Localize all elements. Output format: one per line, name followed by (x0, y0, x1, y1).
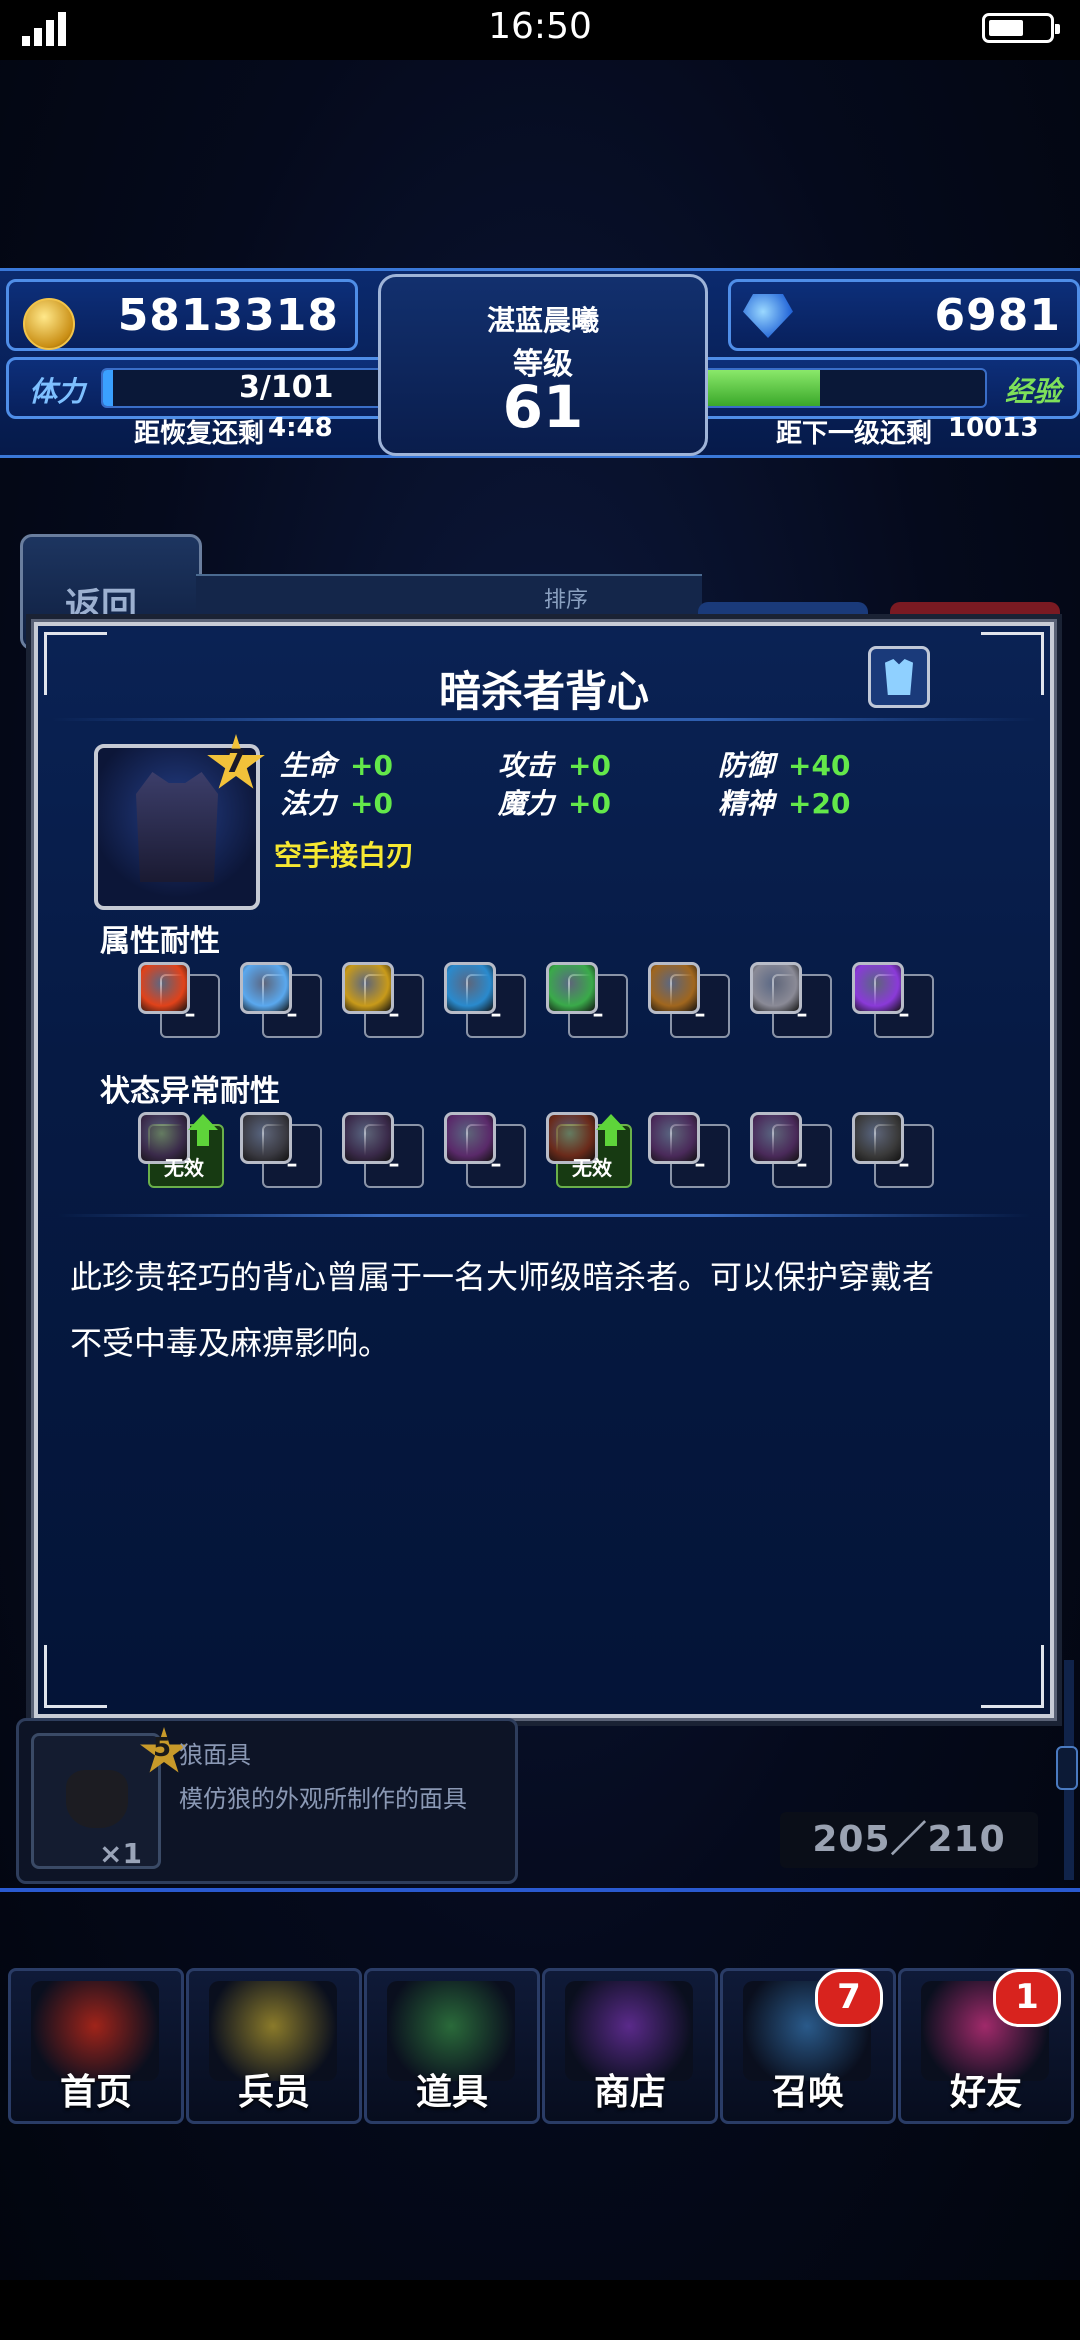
status-bar: 16:50 (0, 0, 1080, 60)
sort-label: 排序 (544, 588, 589, 613)
stamina-recover-time: 4:48 (268, 413, 333, 443)
status-resist-value: – (388, 1152, 400, 1177)
stamina-bar-fill (103, 370, 113, 406)
gil-box[interactable]: 5813318 (6, 279, 358, 351)
status-resist-value: – (490, 1152, 502, 1177)
status-resist-value: 无效 (572, 1156, 612, 1180)
top-hud: 5813318 6981 体力 3/101 距恢复还剩 4:48 经验 距下一级… (0, 268, 1080, 458)
notification-badge: 1 (993, 1969, 1061, 2027)
elemental-resist-cell[interactable]: – (750, 962, 832, 1042)
stat-def: 防御 +40 (718, 749, 851, 782)
elemental-resist-cell[interactable]: – (852, 962, 934, 1042)
nav-label: 道具 (415, 2072, 488, 2113)
elemental-resist-value: – (592, 1002, 604, 1027)
scrollbar-thumb[interactable] (1056, 1746, 1078, 1790)
status-resist-cell[interactable]: – (852, 1112, 934, 1192)
player-plate[interactable]: 湛蓝晨曦 等级 61 (378, 274, 708, 456)
player-name: 湛蓝晨曦 (486, 304, 599, 337)
status-resist-cell[interactable]: – (444, 1112, 526, 1192)
elemental-resist-cell[interactable]: – (240, 962, 322, 1042)
nav-label: 兵员 (237, 2072, 310, 2113)
behind-tab-strip: 排序 (196, 574, 702, 622)
elemental-resist-cell[interactable]: – (138, 962, 220, 1042)
elemental-resist-cell[interactable]: – (342, 962, 424, 1042)
nav-divider (0, 1888, 1080, 1892)
status-resist-value: – (898, 1152, 910, 1177)
status-resist-cell[interactable]: 无效 (138, 1112, 224, 1192)
status-resist-cell[interactable]: – (750, 1112, 832, 1192)
notification-badge: 7 (815, 1969, 883, 2027)
gem-amount: 6981 (934, 290, 1061, 341)
list-item-quantity: ×1 (99, 1837, 142, 1870)
nav-label: 召唤 (771, 2072, 844, 2113)
nav-label: 好友 (949, 2072, 1022, 2113)
lapis-gem-icon (743, 294, 793, 338)
wolf-mask-icon (66, 1770, 128, 1828)
stat-spr: 精神 +20 (718, 787, 851, 820)
exp-label: 经验 (1004, 375, 1061, 408)
list-item-name: 狼面具 (179, 1741, 251, 1769)
elemental-resist-value: – (898, 1002, 910, 1027)
nav-item-4[interactable]: 召唤 7 (720, 1968, 896, 2124)
stat-hp: 生命 +0 (280, 749, 393, 782)
title-divider (52, 718, 1036, 721)
elemental-resist-value: – (796, 1002, 808, 1027)
list-rarity-value: 5 (153, 1733, 172, 1763)
armor-type-icon (868, 646, 930, 708)
gil-coin-icon (23, 298, 75, 350)
status-resist-label: 状态异常耐性 (100, 1074, 280, 1109)
stat-mp: 法力 +0 (280, 787, 393, 820)
rarity-value: 7 (224, 742, 247, 780)
stat-mag: 魔力 +0 (498, 787, 611, 820)
elemental-resist-value: – (184, 1002, 196, 1027)
stat-atk: 攻击 +0 (498, 749, 611, 782)
status-resist-value: – (796, 1152, 808, 1177)
nav-label: 首页 (59, 2072, 132, 2113)
elemental-resist-value: – (286, 1002, 298, 1027)
bottom-nav: 首页 兵员 道具 商店 召唤 7 好友 1 (0, 1950, 1080, 2130)
status-resist-value: – (694, 1152, 706, 1177)
list-item[interactable]: 5 狼面具 模仿狼的外观所制作的面具 ×1 (16, 1718, 518, 1884)
elemental-resist-value: – (490, 1002, 502, 1027)
inventory-count: 205／210 (780, 1812, 1038, 1868)
item-description: 此珍贵轻巧的背心曾属于一名大师级暗杀者。可以保护穿戴者 不受中毒及麻痹影响。 (70, 1258, 935, 1362)
elemental-resist-cell[interactable]: – (648, 962, 730, 1042)
nav-item-5[interactable]: 好友 1 (898, 1968, 1074, 2124)
elemental-resist-cell[interactable]: – (444, 962, 526, 1042)
corner-ornament (981, 1645, 1044, 1708)
corner-ornament (44, 1645, 107, 1708)
vest-icon (136, 772, 218, 882)
stamina-value: 3/101 (239, 370, 334, 405)
next-level-label: 距下一级还剩 (776, 419, 933, 449)
elemental-resist-value: – (694, 1002, 706, 1027)
list-item-description: 模仿狼的外观所制作的面具 (179, 1785, 467, 1813)
nav-item-1[interactable]: 兵员 (186, 1968, 362, 2124)
elemental-resist-cell[interactable]: – (546, 962, 628, 1042)
status-resist-cell[interactable]: – (342, 1112, 424, 1192)
level-value: 61 (502, 373, 584, 441)
gil-amount: 5813318 (117, 290, 339, 341)
item-detail-modal: 暗杀者背心 7 生命 +0 攻击 +0 防御 +40 法力 +0 魔力 +0 精神 +20 … (31, 619, 1057, 1721)
status-resist-cell[interactable]: – (648, 1112, 730, 1192)
elemental-resist-value: – (388, 1002, 400, 1027)
nav-item-3[interactable]: 商店 (542, 1968, 718, 2124)
status-resist-cell[interactable]: – (240, 1112, 322, 1192)
status-resist-value: – (286, 1152, 298, 1177)
status-resist-cell[interactable]: 无效 (546, 1112, 632, 1192)
next-level-remaining: 10013 (948, 413, 1039, 443)
elemental-resist-label: 属性耐性 (100, 924, 220, 959)
ability-name[interactable]: 空手接白刃 (274, 834, 414, 874)
stamina-recover-label: 距恢复还剩 (134, 419, 265, 449)
clock: 16:50 (488, 6, 592, 47)
battery-icon (982, 13, 1060, 43)
section-divider (58, 1214, 1030, 1217)
status-resist-value: 无效 (164, 1156, 204, 1180)
gem-box[interactable]: 6981 (728, 279, 1080, 351)
nav-item-2[interactable]: 道具 (364, 1968, 540, 2124)
nav-label: 商店 (593, 2072, 666, 2113)
stamina-label: 体力 (29, 375, 86, 408)
nav-item-0[interactable]: 首页 (8, 1968, 184, 2124)
